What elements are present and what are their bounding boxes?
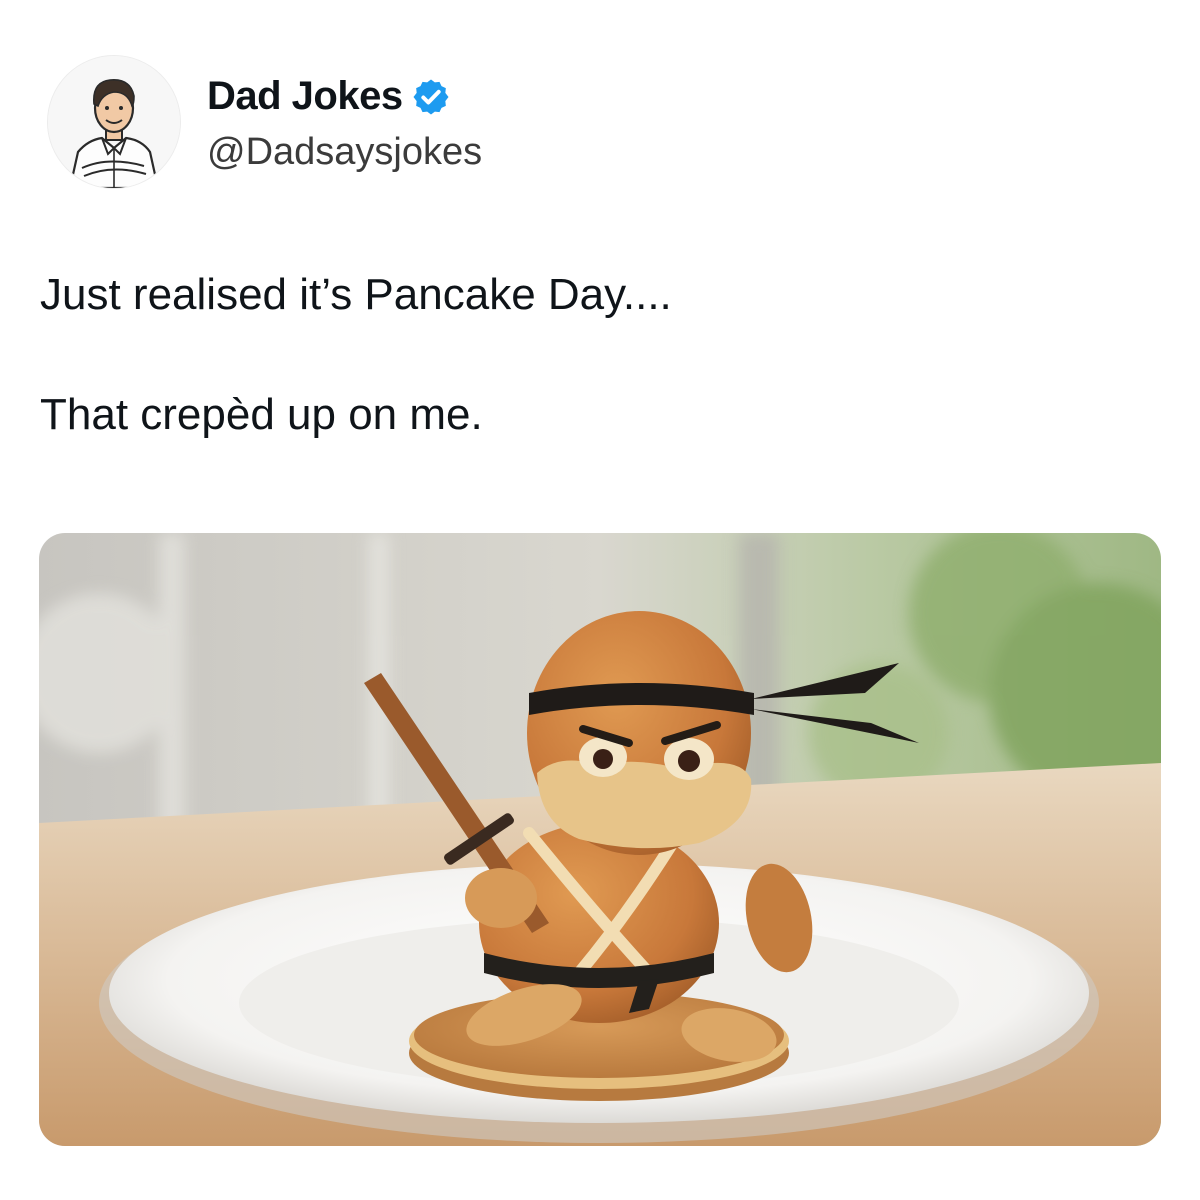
display-name-row: Dad Jokes (207, 71, 482, 123)
avatar[interactable] (47, 55, 181, 189)
tweet-header: Dad Jokes @Dadsaysjokes (47, 55, 482, 189)
tweet-line: Just realised it’s Pancake Day.... (40, 270, 672, 319)
tweet-media[interactable] (39, 533, 1161, 1146)
display-name[interactable]: Dad Jokes (207, 74, 403, 119)
verified-badge-icon[interactable] (411, 77, 451, 117)
cartoon-man-avatar-icon (48, 56, 180, 188)
ninja-pancake-photo-icon (39, 533, 1161, 1146)
author-names: Dad Jokes @Dadsaysjokes (207, 71, 482, 174)
tweet-line: That crepèd up on me. (40, 390, 483, 439)
tweet-text: Just realised it’s Pancake Day.... That … (40, 265, 1160, 445)
handle[interactable]: @Dadsaysjokes (207, 131, 482, 174)
